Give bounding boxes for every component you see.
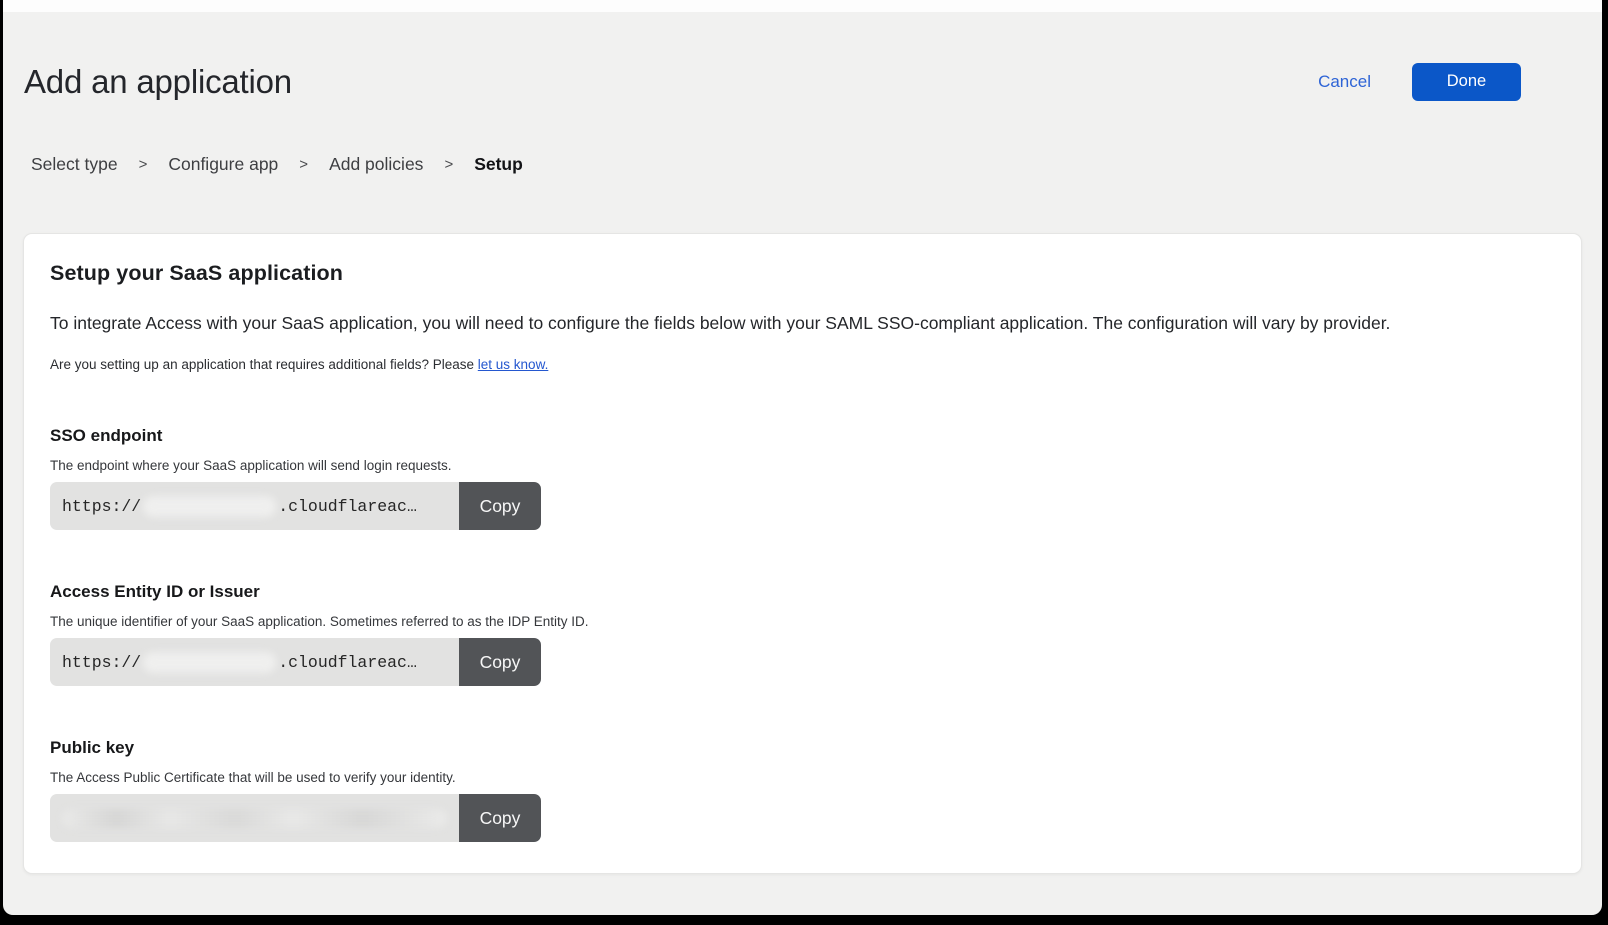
redacted-public-key xyxy=(62,809,447,828)
breadcrumb: Select type > Configure app > Add polici… xyxy=(31,154,1602,175)
field-group-access-entity-id: Access Entity ID or Issuer The unique id… xyxy=(50,582,1555,686)
redacted-subdomain xyxy=(143,496,276,517)
hint-prefix-text: Are you setting up an application that r… xyxy=(50,357,478,372)
app-window: Add an application Cancel Done Select ty… xyxy=(3,0,1602,915)
window-top-strip xyxy=(3,0,1602,12)
breadcrumb-item-add-policies[interactable]: Add policies xyxy=(329,154,423,175)
field-label: Access Entity ID or Issuer xyxy=(50,582,1555,602)
card-heading: Setup your SaaS application xyxy=(50,261,1555,286)
breadcrumb-separator: > xyxy=(299,156,308,173)
value-prefix: https:// xyxy=(62,497,141,516)
entity-id-value-row: https:// .cloudflareac… Copy xyxy=(50,638,541,686)
field-description: The endpoint where your SaaS application… xyxy=(50,458,1555,473)
field-description: The unique identifier of your SaaS appli… xyxy=(50,614,1555,629)
copy-button[interactable]: Copy xyxy=(459,794,541,842)
breadcrumb-item-setup-current: Setup xyxy=(474,154,523,175)
redacted-subdomain xyxy=(143,652,276,673)
field-group-sso-endpoint: SSO endpoint The endpoint where your Saa… xyxy=(50,426,1555,530)
page-header: Add an application Cancel Done xyxy=(3,62,1602,102)
copy-button[interactable]: Copy xyxy=(459,482,541,530)
value-suffix: .cloudflareac… xyxy=(278,497,417,516)
field-description: The Access Public Certificate that will … xyxy=(50,770,1555,785)
breadcrumb-item-configure-app[interactable]: Configure app xyxy=(168,154,278,175)
field-label: Public key xyxy=(50,738,1555,758)
header-actions: Cancel Done xyxy=(1318,63,1521,101)
sso-endpoint-value-row: https:// .cloudflareac… Copy xyxy=(50,482,541,530)
field-group-public-key: Public key The Access Public Certificate… xyxy=(50,738,1555,842)
value-prefix: https:// xyxy=(62,653,141,672)
value-suffix: .cloudflareac… xyxy=(278,653,417,672)
card-hint-text: Are you setting up an application that r… xyxy=(50,357,1555,372)
setup-card: Setup your SaaS application To integrate… xyxy=(23,233,1582,874)
cancel-button[interactable]: Cancel xyxy=(1318,72,1371,92)
field-label: SSO endpoint xyxy=(50,426,1555,446)
public-key-value-row: Copy xyxy=(50,794,541,842)
breadcrumb-separator: > xyxy=(444,156,453,173)
public-key-value xyxy=(50,794,459,842)
breadcrumb-separator: > xyxy=(139,156,148,173)
let-us-know-link[interactable]: let us know. xyxy=(478,357,549,372)
copy-button[interactable]: Copy xyxy=(459,638,541,686)
done-button[interactable]: Done xyxy=(1412,63,1521,101)
sso-endpoint-value: https:// .cloudflareac… xyxy=(50,482,459,530)
card-intro-text: To integrate Access with your SaaS appli… xyxy=(50,312,1555,335)
entity-id-value: https:// .cloudflareac… xyxy=(50,638,459,686)
page-title: Add an application xyxy=(24,62,292,102)
breadcrumb-item-select-type[interactable]: Select type xyxy=(31,154,118,175)
